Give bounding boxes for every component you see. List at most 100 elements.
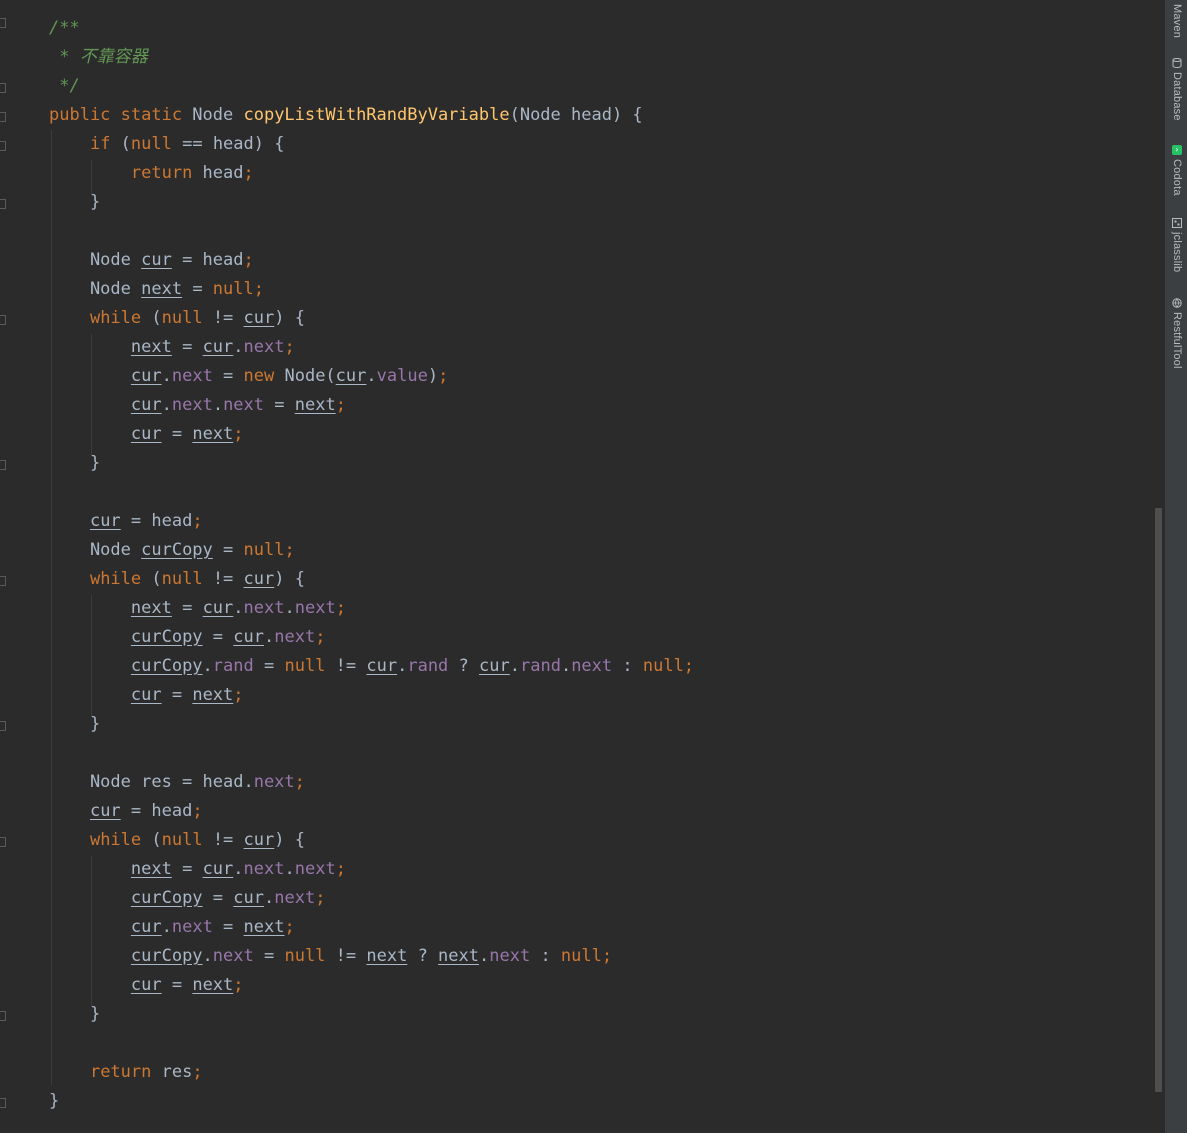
code-line[interactable]: cur.next = new Node(cur.value); xyxy=(49,362,694,391)
code-line[interactable]: /** xyxy=(49,14,694,43)
code-line[interactable]: cur = next; xyxy=(49,971,694,1000)
code-line[interactable]: while (null != cur) { xyxy=(49,826,694,855)
code-token: res xyxy=(161,1062,193,1082)
scrollbar-thumb[interactable] xyxy=(1155,508,1162,1092)
fold-marker[interactable] xyxy=(0,83,6,93)
code-token: = head xyxy=(120,511,193,531)
code-token: != xyxy=(212,569,244,589)
tab-codota[interactable]: › Codota xyxy=(1167,145,1187,196)
code-token: Node xyxy=(49,540,142,560)
code-token: ; xyxy=(284,337,295,357)
code-token: } xyxy=(49,453,101,473)
code-token: null; xyxy=(243,540,295,560)
fold-marker[interactable] xyxy=(0,576,6,586)
fold-marker[interactable] xyxy=(0,315,6,325)
tab-maven[interactable]: Maven xyxy=(1167,4,1187,38)
code-token: rand xyxy=(212,656,254,676)
tab-restfultool[interactable]: RestfulTool xyxy=(1167,298,1187,369)
code-token: rand xyxy=(407,656,449,676)
code-line[interactable]: next = cur.next.next; xyxy=(49,594,694,623)
code-token: cur xyxy=(243,569,275,589)
right-tool-strip: Maven Database › Codota jclasslib Restfu… xyxy=(1164,0,1187,1133)
code-line[interactable]: */ xyxy=(49,72,694,101)
code-line[interactable]: } xyxy=(49,1000,694,1029)
code-line[interactable]: } xyxy=(49,1087,694,1116)
code-line[interactable] xyxy=(49,217,694,246)
fold-marker[interactable] xyxy=(0,112,6,122)
fold-marker[interactable] xyxy=(0,1011,6,1021)
code-token: . xyxy=(284,598,295,618)
code-line[interactable]: Node cur = head; xyxy=(49,246,694,275)
code-token: . xyxy=(479,946,490,966)
code-token: : xyxy=(530,946,561,966)
fold-marker[interactable] xyxy=(0,1098,6,1108)
code-line[interactable]: next = cur.next; xyxy=(49,333,694,362)
fold-marker[interactable] xyxy=(0,721,6,731)
fold-marker[interactable] xyxy=(0,199,6,209)
code-line[interactable]: Node next = null; xyxy=(49,275,694,304)
code-line[interactable]: return res; xyxy=(49,1058,694,1087)
code-content[interactable]: /** * 不靠容器 */ public static Node copyList… xyxy=(49,14,694,1116)
code-line[interactable]: curCopy = cur.next; xyxy=(49,884,694,913)
code-line[interactable]: cur = next; xyxy=(49,681,694,710)
code-line[interactable]: } xyxy=(49,449,694,478)
code-line[interactable]: if (null == head) { xyxy=(49,130,694,159)
code-token: . xyxy=(263,627,275,647)
fold-marker[interactable] xyxy=(0,837,6,847)
code-token: null xyxy=(284,946,336,966)
tab-database[interactable]: Database xyxy=(1167,58,1187,121)
code-line[interactable]: curCopy.rand = null != cur.rand ? cur.ra… xyxy=(49,652,694,681)
tab-label: Maven xyxy=(1171,4,1183,39)
code-line[interactable]: Node curCopy = null; xyxy=(49,536,694,565)
code-line[interactable]: while (null != cur) { xyxy=(49,304,694,333)
code-token: copyListWithRandByVariable xyxy=(243,105,510,125)
code-line[interactable]: while (null != cur) { xyxy=(49,565,694,594)
code-token: = xyxy=(161,685,193,705)
code-token: cur xyxy=(130,917,162,937)
code-line[interactable] xyxy=(49,478,694,507)
code-line[interactable]: return head; xyxy=(49,159,694,188)
code-token: cur xyxy=(130,685,162,705)
code-line[interactable]: cur = head; xyxy=(49,507,694,536)
code-line[interactable] xyxy=(49,1029,694,1058)
code-line[interactable]: cur = next; xyxy=(49,420,694,449)
code-line[interactable]: curCopy = cur.next; xyxy=(49,623,694,652)
code-token: cur xyxy=(233,888,264,908)
code-line[interactable]: } xyxy=(49,188,694,217)
code-line[interactable]: cur = head; xyxy=(49,797,694,826)
code-token: ) { xyxy=(274,830,305,850)
code-editor[interactable]: /** * 不靠容器 */ public static Node copyList… xyxy=(0,0,1164,1133)
code-token: . xyxy=(366,366,377,386)
code-token: next xyxy=(294,598,336,618)
code-line[interactable]: curCopy.next = null != next ? next.next … xyxy=(49,942,694,971)
fold-marker[interactable] xyxy=(0,460,6,470)
code-token: next xyxy=(438,946,479,966)
code-line[interactable]: Node res = head.next; xyxy=(49,768,694,797)
code-token: ; xyxy=(192,511,203,531)
code-line[interactable]: cur.next.next = next; xyxy=(49,391,694,420)
tab-jclasslib[interactable]: jclasslib xyxy=(1167,218,1187,272)
code-token: } xyxy=(49,714,101,734)
code-token: ; xyxy=(294,772,305,792)
code-token: next xyxy=(366,946,408,966)
code-line[interactable]: } xyxy=(49,710,694,739)
code-token: null; xyxy=(642,656,695,676)
code-token: = xyxy=(171,337,203,357)
fold-marker[interactable] xyxy=(0,18,6,28)
code-token: next xyxy=(274,888,316,908)
code-line[interactable]: * 不靠容器 xyxy=(49,43,694,72)
code-line[interactable]: next = cur.next.next; xyxy=(49,855,694,884)
code-line[interactable]: public static Node copyListWithRandByVar… xyxy=(49,101,694,130)
code-token: next xyxy=(243,337,285,357)
code-line[interactable]: cur.next = next; xyxy=(49,913,694,942)
fold-marker[interactable] xyxy=(0,141,6,151)
code-line[interactable] xyxy=(49,739,694,768)
code-token: next xyxy=(130,337,172,357)
code-token: */ xyxy=(49,76,80,96)
